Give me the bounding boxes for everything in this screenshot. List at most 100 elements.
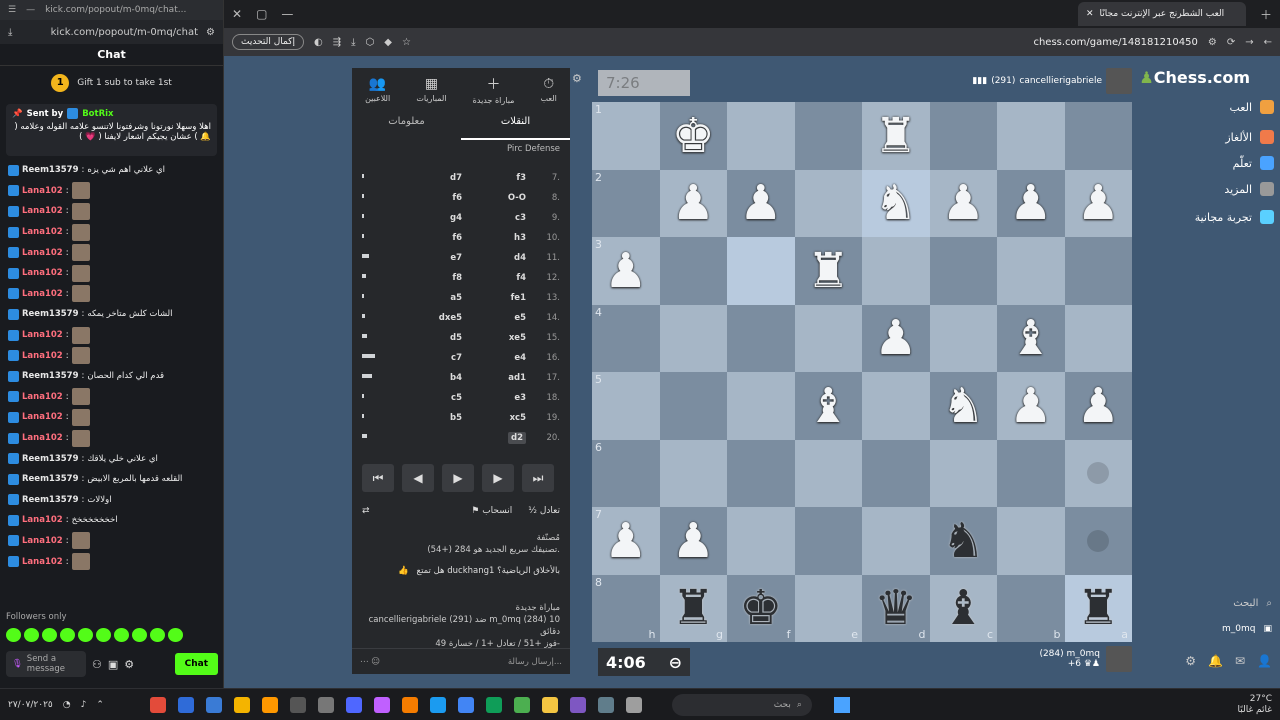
back-icon[interactable]: ← (1264, 37, 1272, 48)
white-pawn-icon[interactable]: ♟ (739, 179, 782, 227)
emote-icon[interactable] (42, 628, 57, 642)
next-move-button[interactable]: ▶ (482, 464, 514, 492)
black-move[interactable]: f6 (452, 193, 462, 203)
white-pawn-icon[interactable]: ♟ (1009, 382, 1052, 430)
board-square[interactable] (862, 439, 930, 507)
board-square[interactable] (794, 439, 862, 507)
board-square[interactable]: f ♚ (727, 574, 795, 642)
black-move[interactable]: d5 (450, 333, 462, 343)
emote-icon[interactable] (132, 628, 147, 642)
sidebar-search[interactable]: البحث ⌕ (1233, 598, 1272, 609)
board-square[interactable]: b (997, 574, 1065, 642)
sidebar-nav-item[interactable]: تعلّم (1233, 156, 1274, 170)
chat-username[interactable]: Lana102 (22, 227, 63, 237)
white-move[interactable]: xc5 (510, 413, 526, 423)
white-pawn-icon[interactable]: ♟ (1077, 179, 1120, 227)
sidebar-profile[interactable]: m_0mq ▣ (1222, 624, 1272, 634)
white-move[interactable]: h3 (514, 233, 526, 243)
black-move[interactable]: a5 (450, 293, 462, 303)
chat-username[interactable]: Lana102 (22, 289, 63, 299)
move-hint-dot[interactable] (1087, 462, 1110, 485)
board-square[interactable] (1064, 439, 1132, 507)
tab-moves[interactable]: النقلات (461, 106, 570, 140)
chat-username[interactable]: Lana102 (22, 330, 63, 340)
tab-info[interactable]: معلومات (352, 106, 461, 140)
taskbar-app-icon[interactable] (625, 696, 642, 713)
white-pawn-icon[interactable]: ♟ (1077, 382, 1120, 430)
chat-username[interactable]: Lana102 (22, 248, 63, 258)
chat-username[interactable]: Lana102 (22, 351, 63, 361)
board-square[interactable]: ♟ (1064, 169, 1132, 237)
black-move[interactable]: c5 (451, 393, 462, 403)
emote-icon[interactable] (60, 628, 75, 642)
white-pawn-icon[interactable]: ♟ (604, 517, 647, 565)
white-move[interactable]: fe1 (511, 293, 526, 303)
board-square[interactable]: 8h (592, 574, 660, 642)
extension-icon[interactable]: ◆ (384, 37, 392, 48)
white-move[interactable]: ad1 (508, 373, 526, 383)
emote-icon[interactable] (6, 628, 21, 642)
my-name[interactable]: m_0mq (1067, 649, 1100, 659)
chat-username[interactable]: Lana102 (22, 515, 63, 525)
board-square[interactable]: ♞ (929, 507, 997, 575)
board-square[interactable] (997, 237, 1065, 305)
board-square[interactable]: ♜ (862, 102, 930, 170)
chat-username[interactable]: Lana102 (22, 412, 63, 422)
restore-icon[interactable]: ▢ (256, 7, 267, 21)
friends-icon[interactable]: 👤 (1257, 654, 1272, 668)
chat-username[interactable]: Lana102 (22, 206, 63, 216)
weather-widget[interactable]: 27°C غائم غالبًا (1238, 694, 1272, 716)
chat-username[interactable]: Reem13579 (22, 165, 79, 175)
black-knight-icon[interactable]: ♞ (942, 517, 985, 565)
chat-username[interactable]: Lana102 (22, 268, 63, 278)
chat-username[interactable]: Reem13579 (22, 454, 79, 464)
chat-username[interactable]: Reem13579 (22, 495, 79, 505)
chat-username[interactable]: Lana102 (22, 433, 63, 443)
taskbar-app-icon[interactable] (513, 696, 530, 713)
taskbar-app-icon[interactable] (541, 696, 558, 713)
board-square[interactable]: d ♛ (862, 574, 930, 642)
emote-icon[interactable] (114, 628, 129, 642)
taskbar-search[interactable]: بحث ⌕ (671, 693, 812, 716)
chevron-up-icon[interactable]: ⌃ (96, 700, 104, 710)
taskbar-app-icon[interactable] (597, 696, 614, 713)
taskbar-app-icon[interactable] (569, 696, 586, 713)
board-square[interactable] (1064, 102, 1132, 170)
board-square[interactable]: ♟ (727, 169, 795, 237)
gift-banner[interactable]: 1 Gift 1 sub to take 1st (0, 66, 223, 100)
board-square[interactable]: c ♝ (929, 574, 997, 642)
emote-icon[interactable] (78, 628, 93, 642)
previous-move-button[interactable]: ◀ (402, 464, 434, 492)
board-square[interactable] (794, 507, 862, 575)
board-square[interactable] (862, 507, 930, 575)
white-move[interactable]: e5 (514, 313, 526, 323)
new-game-info[interactable]: مباراة جديدة cancellierigabriele (291) ض… (352, 602, 560, 650)
extension-icon[interactable]: ⇶ (333, 37, 341, 48)
white-pawn-icon[interactable]: ♟ (1009, 179, 1052, 227)
panel-tool[interactable]: ▦ المباريات (416, 76, 446, 103)
board-square[interactable] (862, 237, 930, 305)
board-square[interactable]: ♟ (862, 304, 930, 372)
board-square[interactable] (727, 304, 795, 372)
site-settings-icon[interactable]: ⚙ (1208, 37, 1217, 48)
board-square[interactable]: a ♜ (1064, 574, 1132, 642)
notifications-icon[interactable]: 🔔 (1208, 654, 1223, 668)
black-move[interactable]: c7 (451, 353, 462, 363)
board-square[interactable]: 1 (592, 102, 660, 170)
minimize-icon[interactable]: — (26, 5, 35, 15)
board-square[interactable]: g ♜ (659, 574, 727, 642)
white-knight-icon[interactable]: ♞ (942, 382, 985, 430)
tab-chess[interactable]: ✕ العب الشطرنج عبر الإنترنت مجانًا (1077, 2, 1246, 26)
black-rook-icon[interactable]: ♜ (1077, 584, 1120, 632)
white-move[interactable]: O-O (508, 193, 526, 203)
draw-button[interactable]: ½ تعادل (528, 506, 560, 516)
black-move[interactable]: b5 (450, 413, 462, 423)
taskbar-app-icon[interactable] (149, 696, 166, 713)
board-square[interactable]: ♚ (659, 102, 727, 170)
wifi-icon[interactable]: ◔ (63, 700, 71, 710)
board-square[interactable] (659, 439, 727, 507)
emote-icon[interactable] (96, 628, 111, 642)
taskbar-app-icon[interactable] (261, 696, 278, 713)
chat-username[interactable]: Reem13579 (22, 309, 79, 319)
board-square[interactable] (659, 237, 727, 305)
